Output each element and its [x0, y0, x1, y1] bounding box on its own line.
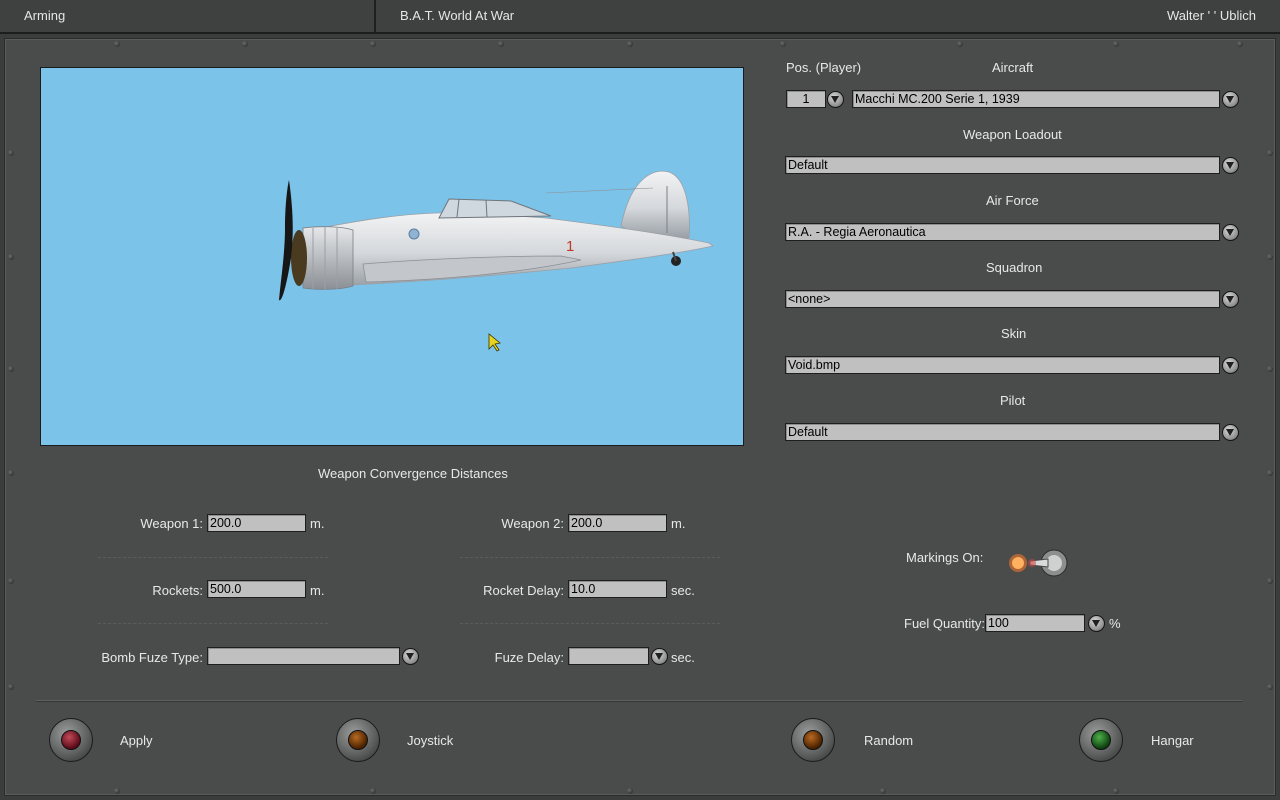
skin-dropdown-icon[interactable] [1222, 357, 1239, 374]
rivet [780, 41, 786, 47]
apply-label[interactable]: Apply [120, 733, 153, 748]
divider [460, 623, 720, 624]
rivet [1267, 470, 1273, 476]
loadout-label: Weapon Loadout [963, 127, 1062, 142]
rocket-delay-field[interactable]: 10.0 [568, 580, 667, 598]
squadron-field[interactable]: <none> [785, 290, 1220, 308]
rivet [627, 41, 633, 47]
fuze-delay-field[interactable] [568, 647, 649, 665]
pilot-field[interactable]: Default [785, 423, 1220, 441]
rockets-unit: m. [310, 583, 325, 598]
apply-lamp-icon [61, 730, 81, 750]
rivet [114, 788, 120, 794]
joystick-button[interactable] [336, 718, 380, 762]
rocket-delay-label: Rocket Delay: [483, 583, 564, 598]
title-bar: Arming B.A.T. World At War Walter ' ' Ub… [0, 0, 1280, 34]
bomb-fuze-field[interactable] [207, 647, 400, 665]
bomb-fuze-dropdown-icon[interactable] [402, 648, 419, 665]
rivet [1267, 578, 1273, 584]
divider [460, 557, 720, 558]
aircraft-dropdown-icon[interactable] [1222, 91, 1239, 108]
airforce-label: Air Force [986, 193, 1039, 208]
rivet [1113, 41, 1119, 47]
fuel-dropdown-icon[interactable] [1088, 615, 1105, 632]
bottom-separator [36, 700, 1242, 702]
weapon1-field[interactable]: 200.0 [207, 514, 306, 532]
rocket-delay-unit: sec. [671, 583, 695, 598]
aircraft-image: 1 [279, 170, 714, 352]
hangar-button[interactable] [1079, 718, 1123, 762]
rivet [8, 578, 14, 584]
fuze-delay-unit: sec. [671, 650, 695, 665]
joystick-label[interactable]: Joystick [407, 733, 453, 748]
rivet [880, 788, 886, 794]
divider [98, 623, 328, 624]
rivet [8, 470, 14, 476]
rivet [370, 41, 376, 47]
pos-field[interactable]: 1 [786, 90, 826, 108]
weapon2-label: Weapon 2: [501, 516, 564, 531]
rivet [1267, 254, 1273, 260]
pos-label: Pos. (Player) [786, 60, 862, 75]
fuel-field[interactable]: 100 [985, 614, 1085, 632]
rivet [242, 41, 248, 47]
aircraft-label: Aircraft [992, 60, 1034, 75]
fuel-label: Fuel Quantity: [904, 616, 985, 631]
rivet [8, 366, 14, 372]
random-button[interactable] [791, 718, 835, 762]
rockets-label: Rockets: [152, 583, 203, 598]
airforce-field[interactable]: R.A. - Regia Aeronautica [785, 223, 1220, 241]
airforce-dropdown-icon[interactable] [1222, 224, 1239, 241]
fuze-delay-dropdown-icon[interactable] [651, 648, 668, 665]
skin-label: Skin [1001, 326, 1027, 341]
rivet [1267, 150, 1273, 156]
squadron-dropdown-icon[interactable] [1222, 291, 1239, 308]
mouse-cursor-icon [488, 333, 501, 352]
loadout-field[interactable]: Default [785, 156, 1220, 174]
pilot-label: Pilot [1000, 393, 1026, 408]
section-title: Arming [0, 0, 376, 32]
rivet [957, 41, 963, 47]
user-name: Walter ' ' Ublich [1166, 8, 1256, 23]
rockets-field[interactable]: 500.0 [207, 580, 306, 598]
pilot-dropdown-icon[interactable] [1222, 424, 1239, 441]
squadron-label: Squadron [986, 260, 1043, 275]
markings-toggle-switch[interactable] [1002, 544, 1074, 582]
rivet [627, 788, 633, 794]
fuze-delay-label: Fuze Delay: [494, 650, 564, 665]
rivet [8, 684, 14, 690]
rivet [114, 41, 120, 47]
skin-field[interactable]: Void.bmp [785, 356, 1220, 374]
rivet [1237, 41, 1243, 47]
rivet [1113, 788, 1119, 794]
fuel-unit: % [1109, 616, 1121, 631]
rivet [8, 254, 14, 260]
loadout-dropdown-icon[interactable] [1222, 157, 1239, 174]
joystick-lamp-icon [348, 730, 368, 750]
rivet [1267, 366, 1273, 372]
weapon1-label: Weapon 1: [140, 516, 203, 531]
weapon2-unit: m. [671, 516, 686, 531]
rivet [1267, 684, 1273, 690]
random-label[interactable]: Random [864, 733, 913, 748]
rivet [370, 788, 376, 794]
rivet [498, 41, 504, 47]
convergence-heading: Weapon Convergence Distances [318, 466, 508, 481]
rivet [8, 150, 14, 156]
apply-button[interactable] [49, 718, 93, 762]
bomb-fuze-label: Bomb Fuze Type: [101, 650, 203, 665]
markings-label: Markings On: [906, 550, 984, 565]
random-lamp-icon [803, 730, 823, 750]
pos-dropdown-icon[interactable] [827, 91, 844, 108]
hangar-label[interactable]: Hangar [1151, 733, 1194, 748]
weapon1-unit: m. [310, 516, 325, 531]
aircraft-field[interactable]: Macchi MC.200 Serie 1, 1939 [852, 90, 1220, 108]
aircraft-preview[interactable]: 1 [40, 67, 744, 446]
hangar-lamp-icon [1091, 730, 1111, 750]
weapon2-field[interactable]: 200.0 [568, 514, 667, 532]
app-title: B.A.T. World At War [400, 8, 515, 23]
divider [98, 557, 328, 558]
aircraft-number-marking: 1 [566, 238, 574, 255]
